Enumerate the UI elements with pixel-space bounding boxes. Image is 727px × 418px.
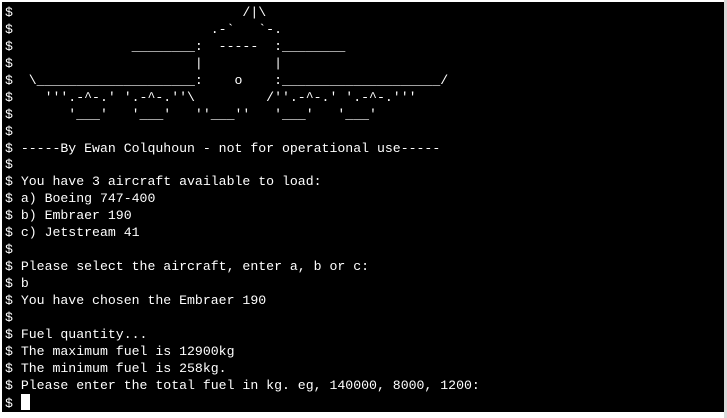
terminal-line: $ ________: ----- :________ — [5, 38, 346, 54]
terminal-line: $ | | — [5, 55, 282, 71]
terminal-line: $ — [5, 157, 13, 173]
terminal-line: $ .-` `-. — [5, 21, 282, 37]
terminal-console[interactable]: $ /|\ $ .-` `-. $ ________: ----- :_____… — [2, 2, 724, 412]
terminal-line: $ b) Embraer 190 — [5, 208, 132, 224]
terminal-line: $ /|\ — [5, 5, 267, 20]
terminal-line: $ — [5, 309, 13, 325]
terminal-line: $ — [5, 242, 13, 258]
text-cursor[interactable] — [20, 393, 30, 410]
terminal-line: $ The maximum fuel is 12900kg — [5, 343, 235, 359]
terminal-line: $ You have 3 aircraft available to load: — [5, 174, 322, 190]
terminal-output: $ /|\ $ .-` `-. $ ________: ----- :_____… — [5, 4, 480, 411]
terminal-line: $ c) Jetstream 41 — [5, 225, 140, 241]
terminal-line: $ The minimum fuel is 258kg. — [5, 360, 227, 376]
terminal-input-line[interactable]: $ — [5, 393, 480, 411]
terminal-line: $ You have chosen the Embraer 190 — [5, 292, 267, 308]
terminal-line: $ Fuel quantity... — [5, 326, 148, 342]
terminal-line: $ Please enter the total fuel in kg. eg,… — [5, 377, 480, 393]
terminal-line: $ '___' '___' ''___'' '___' '___' — [5, 106, 377, 122]
terminal-line: $ a) Boeing 747-400 — [5, 191, 156, 207]
terminal-line: $ \____________________: o :____________… — [5, 72, 449, 88]
terminal-prompt: $ — [5, 395, 21, 411]
terminal-line: $ '''.-^-.' '.-^-.''\ /''.-^-.' '.-^-.''… — [5, 89, 417, 105]
terminal-line: $ Please select the aircraft, enter a, b… — [5, 259, 370, 275]
terminal-line: $ — [5, 123, 13, 139]
terminal-line: $ b — [5, 276, 29, 291]
terminal-line: $ -----By Ewan Colquhoun - not for opera… — [5, 140, 441, 156]
terminal-window: $ /|\ $ .-` `-. $ ________: ----- :_____… — [0, 0, 727, 418]
